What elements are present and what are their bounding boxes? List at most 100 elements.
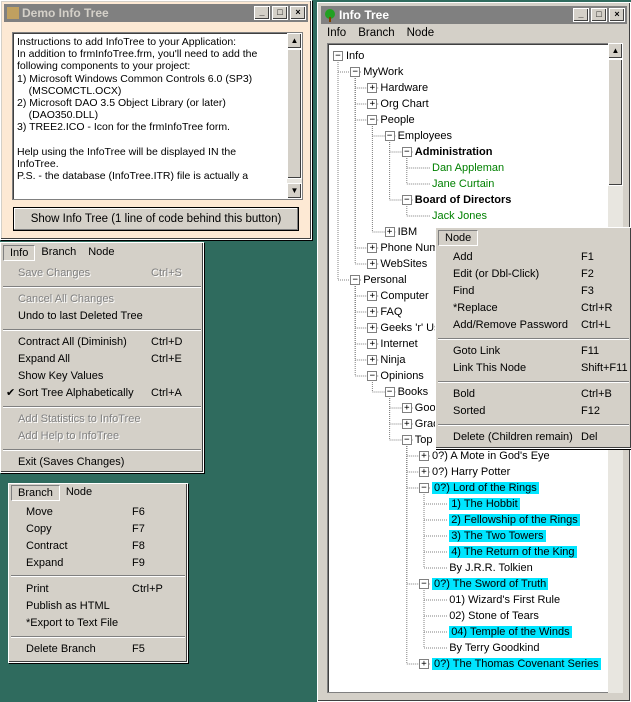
tree-node[interactable]: By J.R.R. Tolkien <box>449 560 533 576</box>
branch-item-contract[interactable]: Contract F8 <box>9 538 187 555</box>
node-item-sorted[interactable]: Sorted F12 <box>436 403 631 420</box>
branch-item-move[interactable]: Move F6 <box>9 504 187 521</box>
branch-item-expand[interactable]: Expand F9 <box>9 555 187 572</box>
scroll-up-icon[interactable]: ▲ <box>608 43 623 59</box>
collapse-icon[interactable]: − <box>384 131 395 141</box>
tree-node[interactable]: Geeks 'r' Us <box>380 320 439 336</box>
expand-icon[interactable]: + <box>401 419 412 429</box>
tree-node[interactable]: Internet <box>380 336 417 352</box>
show-info-tree-button[interactable]: Show Info Tree (1 line of code behind th… <box>13 207 299 231</box>
expand-icon[interactable]: + <box>367 339 378 349</box>
node-item-add[interactable]: Add F1 <box>436 249 631 266</box>
tree-title-bar[interactable]: Info Tree _ □ × <box>321 6 627 24</box>
scroll-down-icon[interactable]: ▼ <box>287 183 302 199</box>
expand-icon[interactable]: + <box>367 259 378 269</box>
tree-node[interactable]: 2) Fellowship of the Rings <box>449 512 580 528</box>
minimize-icon[interactable]: _ <box>573 8 589 22</box>
info-item-show-key-values[interactable]: Show Key Values <box>1 368 203 385</box>
scroll-thumb[interactable] <box>287 49 302 179</box>
info-item-contract-all-diminish[interactable]: Contract All (Diminish) Ctrl+D <box>1 334 203 351</box>
node-item-link-this-node[interactable]: Link This Node Shift+F11 <box>436 360 631 377</box>
tree-node[interactable]: 4) The Return of the King <box>449 544 577 560</box>
node-item-replace[interactable]: *Replace Ctrl+R <box>436 300 631 317</box>
node-item-edit-or-dbl-click[interactable]: Edit (or Dbl-Click) F2 <box>436 266 631 283</box>
expand-icon[interactable]: + <box>401 403 412 413</box>
tree-node[interactable]: 0?) Harry Potter <box>432 464 510 480</box>
tree-node[interactable]: Info <box>346 48 364 64</box>
node-item-find[interactable]: Find F3 <box>436 283 631 300</box>
tree-node[interactable]: Top <box>415 432 433 448</box>
collapse-icon[interactable]: − <box>350 67 361 77</box>
tree-node[interactable]: Org Chart <box>380 96 428 112</box>
tree-node[interactable]: 0?) A Mote in God's Eye <box>432 448 550 464</box>
tree-node[interactable]: Ninja <box>380 352 405 368</box>
branch-item-print[interactable]: Print Ctrl+P <box>9 581 187 598</box>
tree-node[interactable]: MyWork <box>363 64 403 80</box>
expand-icon[interactable]: + <box>419 451 429 461</box>
tree-node[interactable]: Jane Curtain <box>432 176 494 192</box>
expand-icon[interactable]: + <box>384 227 395 237</box>
tree-node[interactable]: 0?) The Thomas Covenant Series <box>432 656 601 672</box>
tree-node[interactable]: 02) Stone of Tears <box>449 608 539 624</box>
tree-node[interactable]: 0?) The Sword of Truth <box>432 576 549 592</box>
expand-icon[interactable]: + <box>419 659 429 669</box>
tree-node[interactable]: 1) The Hobbit <box>449 496 520 512</box>
info-item-expand-all[interactable]: Expand All Ctrl+E <box>1 351 203 368</box>
collapse-icon[interactable]: − <box>401 435 412 445</box>
tree-node[interactable]: Goo <box>415 400 436 416</box>
info-item-sort-tree-alphabetically[interactable]: ✔ Sort Tree Alphabetically Ctrl+A <box>1 385 203 402</box>
tree-node[interactable]: 0?) Lord of the Rings <box>432 480 539 496</box>
info-item-undo-to-last-deleted-tree[interactable]: Undo to last Deleted Tree <box>1 308 203 325</box>
tree-node[interactable]: Employees <box>398 128 452 144</box>
expand-icon[interactable]: + <box>367 243 378 253</box>
scroll-thumb[interactable] <box>608 59 623 186</box>
collapse-icon[interactable]: − <box>401 147 412 157</box>
tree-node[interactable]: Jack Jones <box>432 208 487 224</box>
menu-branch[interactable]: Branch <box>11 485 60 501</box>
tree-node[interactable]: Board of Directors <box>415 192 512 208</box>
collapse-icon[interactable]: − <box>367 115 378 125</box>
menu-node[interactable]: Node <box>438 230 479 246</box>
collapse-icon[interactable]: − <box>350 275 361 285</box>
node-item-add-remove-password[interactable]: Add/Remove Password Ctrl+L <box>436 317 631 334</box>
tree-node[interactable]: 04) Temple of the Winds <box>449 624 572 640</box>
tree-node[interactable]: FAQ <box>380 304 402 320</box>
node-item-delete-children-remain[interactable]: Delete (Children remain) Del <box>436 429 631 446</box>
tree-node[interactable]: Books <box>398 384 429 400</box>
collapse-icon[interactable]: − <box>419 579 429 589</box>
branch-item-copy[interactable]: Copy F7 <box>9 521 187 538</box>
tree-node[interactable]: Hardware <box>380 80 428 96</box>
tree-node[interactable]: Administration <box>415 144 493 160</box>
expand-icon[interactable]: + <box>367 307 378 317</box>
tree-node[interactable]: Personal <box>363 272 406 288</box>
branch-item-export-to-text-file[interactable]: *Export to Text File <box>9 615 187 632</box>
tree-node[interactable]: WebSites <box>380 256 427 272</box>
tree-node[interactable]: Phone Num <box>380 240 438 256</box>
minimize-icon[interactable]: _ <box>254 6 270 20</box>
expand-icon[interactable]: + <box>367 355 378 365</box>
collapse-icon[interactable]: − <box>367 371 378 381</box>
branch-item-delete-branch[interactable]: Delete Branch F5 <box>9 641 187 658</box>
maximize-icon[interactable]: □ <box>272 6 288 20</box>
tree-node[interactable]: People <box>380 112 414 128</box>
node-item-bold[interactable]: Bold Ctrl+B <box>436 386 631 403</box>
tree-node[interactable]: By Terry Goodkind <box>449 640 539 656</box>
tree-node[interactable]: Dan Appleman <box>432 160 504 176</box>
collapse-icon[interactable]: − <box>384 387 395 397</box>
maximize-icon[interactable]: □ <box>591 8 607 22</box>
close-icon[interactable]: × <box>609 8 625 22</box>
menu-branch[interactable]: Branch <box>352 26 400 40</box>
tree-node[interactable]: Computer <box>380 288 428 304</box>
expand-icon[interactable]: + <box>367 323 378 333</box>
collapse-icon[interactable]: − <box>333 51 343 61</box>
instructions-textbox[interactable]: Instructions to add InfoTree to your App… <box>12 32 303 200</box>
expand-icon[interactable]: + <box>419 467 429 477</box>
scroll-up-icon[interactable]: ▲ <box>287 33 302 49</box>
tree-node[interactable]: IBM <box>398 224 418 240</box>
collapse-icon[interactable]: − <box>401 195 412 205</box>
menu-info[interactable]: Info <box>3 245 36 261</box>
menu-info[interactable]: Info <box>321 26 352 40</box>
close-icon[interactable]: × <box>290 6 306 20</box>
menu-node[interactable]: Node <box>82 245 120 261</box>
tree-node[interactable]: 3) The Two Towers <box>449 528 546 544</box>
